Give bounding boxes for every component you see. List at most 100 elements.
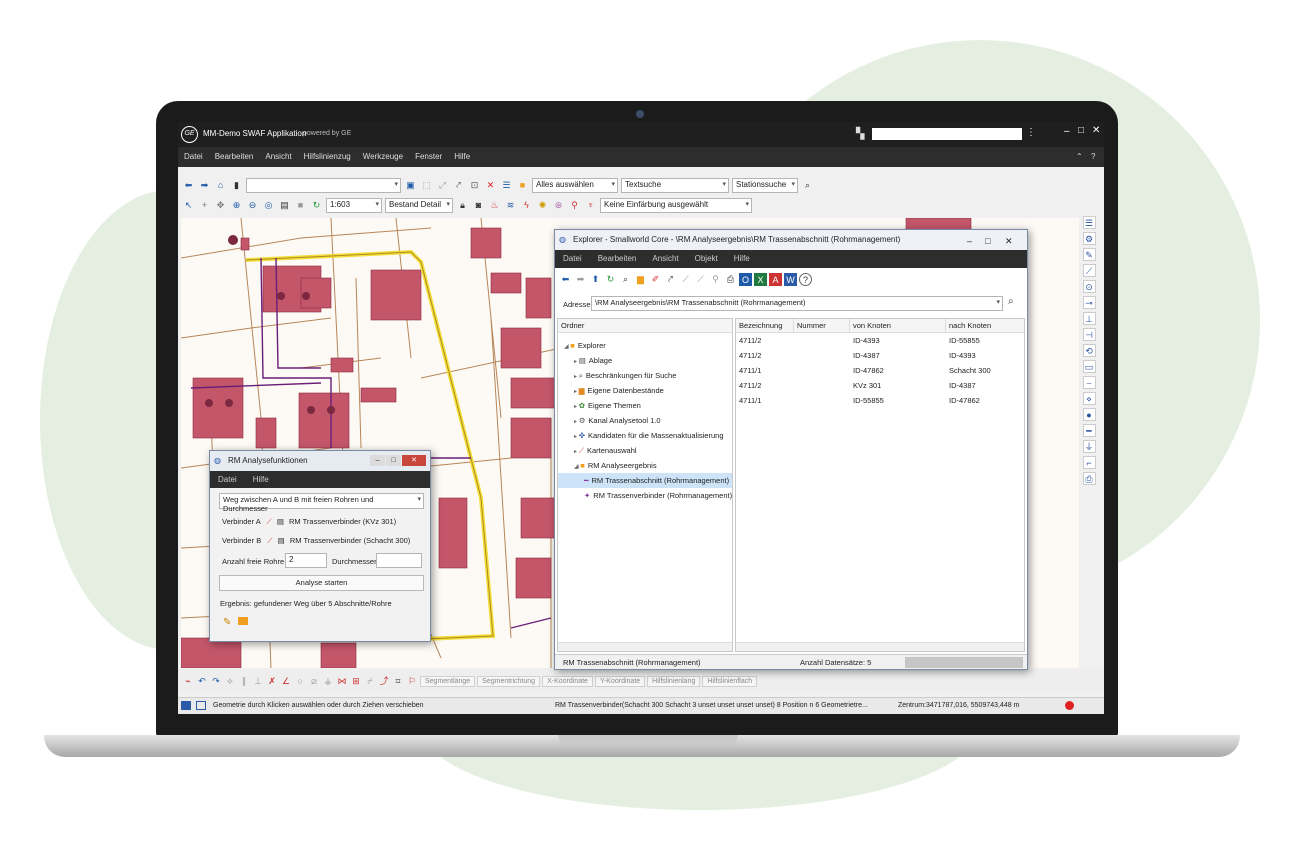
crosshair-icon[interactable]: +	[198, 199, 211, 212]
explorer-highlight-icon[interactable]: ⟋	[694, 273, 707, 286]
table-row[interactable]: 4711/2 ID-4387 ID-4393	[736, 348, 1024, 363]
tree-item[interactable]: ▸ ▆ Eigene Datenbestände	[558, 383, 732, 398]
grid-hscroll[interactable]	[736, 642, 1024, 651]
gas-icon[interactable]: ✺	[536, 199, 549, 212]
point-icon[interactable]: ●	[1082, 408, 1096, 421]
pick-connector-b-icon[interactable]: ⟋	[267, 536, 272, 545]
tab-segmentlaenge[interactable]: Segmentlänge	[420, 675, 476, 687]
list-icon[interactable]: ☰	[500, 179, 513, 192]
pan-icon[interactable]: ✥	[214, 199, 227, 212]
bookmark-icon[interactable]: ▮	[230, 179, 243, 192]
folder-hscroll[interactable]	[558, 642, 732, 651]
pencil-icon[interactable]: ✎	[223, 617, 231, 628]
tree-item[interactable]: ▸ ▤ Ablage	[558, 353, 732, 368]
explorer-menu-datei[interactable]: Datei	[555, 254, 590, 263]
start-analysis-button[interactable]: Analyse starten	[219, 575, 424, 591]
walk-icon[interactable]: ⚶	[322, 675, 334, 687]
expand-icon[interactable]: ▸	[574, 449, 579, 455]
window-maximize-icon[interactable]: □	[386, 455, 401, 466]
back-icon[interactable]: ⬅	[182, 179, 195, 192]
explorer-minimize-icon[interactable]: –	[967, 231, 972, 251]
flame-icon[interactable]: ♨	[488, 199, 501, 212]
tree-item[interactable]: ◢ ■ RM Analyseergebnis	[558, 458, 732, 473]
explorer-refresh-icon[interactable]: ↻	[604, 273, 617, 286]
coloring-combo[interactable]: Keine Einfärbung ausgewählt ▾	[600, 197, 752, 213]
layer-tools-icon[interactable]: ⚙	[1082, 232, 1096, 245]
menu-datei[interactable]: Datei	[178, 147, 209, 167]
view-combo[interactable]: Bestand Detail ▾	[385, 197, 453, 213]
zoom-out-icon[interactable]: ⊖	[246, 199, 259, 212]
forward-icon[interactable]: ➡	[198, 179, 211, 192]
scale-icon[interactable]: ⋈	[336, 675, 348, 687]
rotate-icon[interactable]: ⟲	[1082, 344, 1096, 357]
baseline-icon[interactable]: ⎯	[1082, 376, 1096, 389]
explorer-pick-icon[interactable]: ⤤	[664, 273, 677, 286]
perpendicular-icon[interactable]: ⊥	[252, 675, 264, 687]
angle-icon[interactable]: ∠	[280, 675, 292, 687]
explorer-back-icon[interactable]: ⬅	[559, 273, 572, 286]
help-icon[interactable]: ?	[1091, 147, 1095, 167]
analysis-mode-select[interactable]: Weg zwischen A und B mit freien Rohren u…	[219, 493, 424, 513]
diameter-input[interactable]	[376, 553, 422, 568]
print-icon[interactable]: ⎙	[1082, 472, 1096, 485]
tree-item[interactable]: ▸ ✿ Eigene Themen	[558, 398, 732, 413]
window-minimize-icon[interactable]: –	[370, 455, 385, 466]
address-field[interactable]: \RM Analyseergebnis\RM Trassenabschnitt …	[591, 296, 1003, 311]
explorer-print-icon[interactable]: ⎙	[724, 273, 737, 286]
home-icon[interactable]: ⌂	[214, 179, 227, 192]
explorer-word-icon[interactable]: W	[784, 273, 797, 286]
global-search-input[interactable]	[872, 128, 1022, 140]
explorer-menu-objekt[interactable]: Objekt	[687, 254, 726, 263]
expand-icon[interactable]: ▸	[574, 419, 579, 425]
explorer-folder-icon[interactable]: ▆	[634, 273, 647, 286]
water-icon[interactable]: ⚲	[568, 199, 581, 212]
note-icon[interactable]: ▤	[278, 199, 291, 212]
column-nach-knoten[interactable]: nach Knoten	[946, 319, 1024, 332]
tree-item[interactable]: ▸ ⟋ Kartenauswahl	[558, 443, 732, 458]
mark-icon[interactable]: ⚐	[406, 675, 418, 687]
scale-combo[interactable]: 1:603 ▾	[326, 197, 382, 213]
select-area-icon[interactable]: ⊡	[468, 179, 481, 192]
expand-icon[interactable]: ▸	[574, 404, 579, 410]
tab-hilfslinienflach[interactable]: Hilfslinienflach	[702, 675, 758, 687]
node-icon[interactable]: ⟡	[224, 675, 236, 687]
table-row[interactable]: 4711/2 ID-4393 ID-55855	[736, 333, 1024, 348]
column-bezeichnung[interactable]: Bezeichnung	[736, 319, 794, 332]
zoom-extent-icon[interactable]: ▣	[404, 179, 417, 192]
explorer-menu-bearbeiten[interactable]: Bearbeiten	[590, 254, 645, 263]
minus-icon[interactable]: ━	[1082, 424, 1096, 437]
trim-icon[interactable]: ⌿	[364, 675, 376, 687]
tab-y-koordinate[interactable]: Y-Koordinate	[594, 675, 646, 687]
tree-item[interactable]: ✦ RM Trassenverbinder (Rohrmanagement)	[558, 488, 732, 503]
explorer-outlook-icon[interactable]: O	[739, 273, 752, 286]
result-folder-icon[interactable]	[238, 617, 248, 625]
edit-layer-icon[interactable]: ✎	[1082, 248, 1096, 261]
pick-icon[interactable]: ⤤	[452, 179, 465, 192]
expand-icon[interactable]: ▸	[574, 389, 579, 395]
sewer-icon[interactable]: ♆	[584, 199, 597, 212]
expand-icon[interactable]: ▸	[574, 359, 579, 365]
explorer-help-icon[interactable]: ?	[799, 273, 812, 286]
menu-werkzeuge[interactable]: Werkzeuge	[357, 147, 409, 167]
analysis-menu-datei[interactable]: Datei	[210, 475, 245, 484]
expand-icon[interactable]: ▸	[574, 374, 579, 380]
minimize-icon[interactable]: –	[1064, 126, 1070, 137]
menu-bearbeiten[interactable]: Bearbeiten	[209, 147, 260, 167]
select-all-combo[interactable]: Alles auswählen ▾	[532, 177, 618, 193]
camera-icon[interactable]: ◙	[472, 199, 485, 212]
menu-ansicht[interactable]: Ansicht	[259, 147, 297, 167]
grid-icon[interactable]: ⊞	[350, 675, 362, 687]
address-search-icon[interactable]: ⌕	[1008, 296, 1014, 307]
recenter-icon[interactable]: ◎	[262, 199, 275, 212]
explorer-menu-ansicht[interactable]: Ansicht	[644, 254, 686, 263]
explorer-pin-icon[interactable]: ⚲	[709, 273, 722, 286]
explorer-measure-icon[interactable]: ⟋	[679, 273, 692, 286]
station-search-combo[interactable]: Stationssuche ▾	[732, 177, 798, 193]
extend-icon[interactable]: ⤴	[378, 675, 390, 687]
explorer-pdf-icon[interactable]: A	[769, 273, 782, 286]
tab-hilfslinienlang[interactable]: Hilfslinienlang	[647, 675, 701, 687]
lock-icon[interactable]: 🔒︎	[456, 199, 469, 212]
text-search-combo[interactable]: Textsuche ▾	[621, 177, 729, 193]
redo-icon[interactable]: ↷	[210, 675, 222, 687]
tab-segmentrichtung[interactable]: Segmentrichtung	[477, 675, 541, 687]
